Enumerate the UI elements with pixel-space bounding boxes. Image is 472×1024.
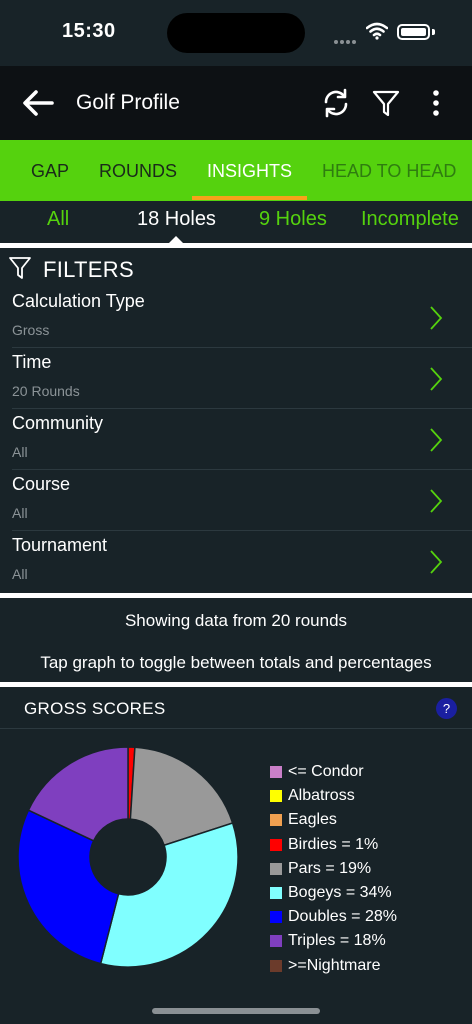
pie-slice-5[interactable] (99, 822, 239, 968)
chevron-right-icon (430, 367, 443, 391)
filter-value: Gross (12, 322, 50, 338)
legend-swatch (270, 935, 282, 948)
filter-value: 20 Rounds (12, 383, 80, 399)
chart-title: GROSS SCORES (24, 699, 166, 718)
legend-swatch (270, 838, 282, 851)
info-block: Showing data from 20 rounds Tap graph to… (0, 600, 472, 682)
chevron-right-icon (430, 550, 443, 574)
subtab-9-holes[interactable]: 9 Holes (259, 208, 327, 231)
filter-row-calculation-type[interactable]: Calculation Type Gross (0, 287, 472, 348)
legend-label: Albatross (288, 787, 355, 805)
subtab-all[interactable]: All (47, 208, 69, 231)
filter-row-tournament[interactable]: Tournament All (0, 531, 472, 592)
legend-label: Pars = 19% (288, 859, 372, 877)
legend-label: Triples = 18% (288, 932, 386, 950)
app-bar: Golf Profile (0, 66, 472, 140)
legend-label: Eagles (288, 811, 337, 829)
hole-filter-tabs: All 18 Holes 9 Holes Incomplete (0, 201, 472, 244)
chevron-right-icon (430, 306, 443, 330)
subtab-18-holes[interactable]: 18 Holes (137, 208, 216, 231)
status-time: 15:30 (62, 20, 116, 42)
status-bar: 15:30 (0, 0, 472, 66)
legend-swatch (270, 911, 282, 924)
gross-scores-chart[interactable]: <= Condor Albatross Eagles Birdies = 1% Pars… (0, 729, 472, 987)
legend-swatch (270, 814, 282, 827)
filter-icon (9, 257, 31, 279)
divider (0, 682, 472, 687)
refresh-icon[interactable] (321, 88, 351, 118)
legend-swatch (270, 790, 282, 803)
filter-label: Tournament (12, 535, 108, 555)
legend-swatch (270, 959, 282, 972)
filter-row-community[interactable]: Community All (0, 409, 472, 470)
tab-insights[interactable]: INSIGHTS (207, 140, 292, 201)
home-indicator (152, 1008, 320, 1014)
legend-label: >=Nightmare (288, 956, 381, 974)
dynamic-island (167, 13, 305, 53)
rounds-count-text: Showing data from 20 rounds (124, 611, 348, 630)
subtab-incomplete[interactable]: Incomplete (361, 208, 459, 231)
battery-icon (397, 24, 430, 40)
tab-gap[interactable]: GAP (31, 140, 69, 201)
filter-value: All (12, 444, 28, 460)
legend-label: Bogeys = 34% (288, 884, 392, 901)
filter-value: All (12, 566, 28, 582)
legend-label: <= Condor (288, 763, 364, 780)
active-tab-indicator (192, 196, 307, 200)
legend-swatch (270, 887, 282, 899)
cellular-signal-icon (334, 31, 358, 49)
filter-value: All (12, 505, 28, 521)
help-icon[interactable]: ? (436, 698, 457, 719)
toggle-hint-text: Tap graph to toggle between totals and p… (40, 653, 432, 672)
page-title: Golf Profile (76, 91, 180, 114)
chevron-right-icon (430, 489, 443, 513)
filter-row-time[interactable]: Time 20 Rounds (0, 348, 472, 409)
filters-header: FILTERS (0, 253, 472, 287)
chart-header: GROSS SCORES ? (0, 688, 472, 728)
filter-row-course[interactable]: Course All (0, 470, 472, 531)
more-options-icon[interactable] (421, 88, 451, 118)
filter-label: Community (12, 413, 104, 433)
legend-swatch (270, 766, 282, 778)
filters-title: FILTERS (43, 257, 134, 282)
chevron-right-icon (430, 428, 443, 452)
divider (0, 243, 472, 248)
pie-slice-6[interactable] (17, 809, 120, 965)
legend-label: Birdies = 1% (288, 835, 379, 853)
legend-swatch (270, 862, 282, 875)
filter-icon[interactable] (371, 88, 401, 118)
wifi-icon (366, 22, 388, 40)
pie-chart[interactable] (0, 729, 260, 987)
legend-label: Doubles = 28% (288, 908, 397, 926)
divider (0, 593, 472, 598)
filter-label: Course (12, 474, 71, 494)
tab-head-to-head[interactable]: HEAD TO HEAD (322, 140, 456, 201)
main-tabs: GAP ROUNDS INSIGHTS HEAD TO HEAD (0, 140, 472, 201)
filter-label: Calculation Type (12, 291, 145, 311)
filter-label: Time (12, 352, 52, 372)
back-arrow-icon[interactable] (20, 86, 56, 120)
tab-rounds[interactable]: ROUNDS (99, 140, 177, 201)
